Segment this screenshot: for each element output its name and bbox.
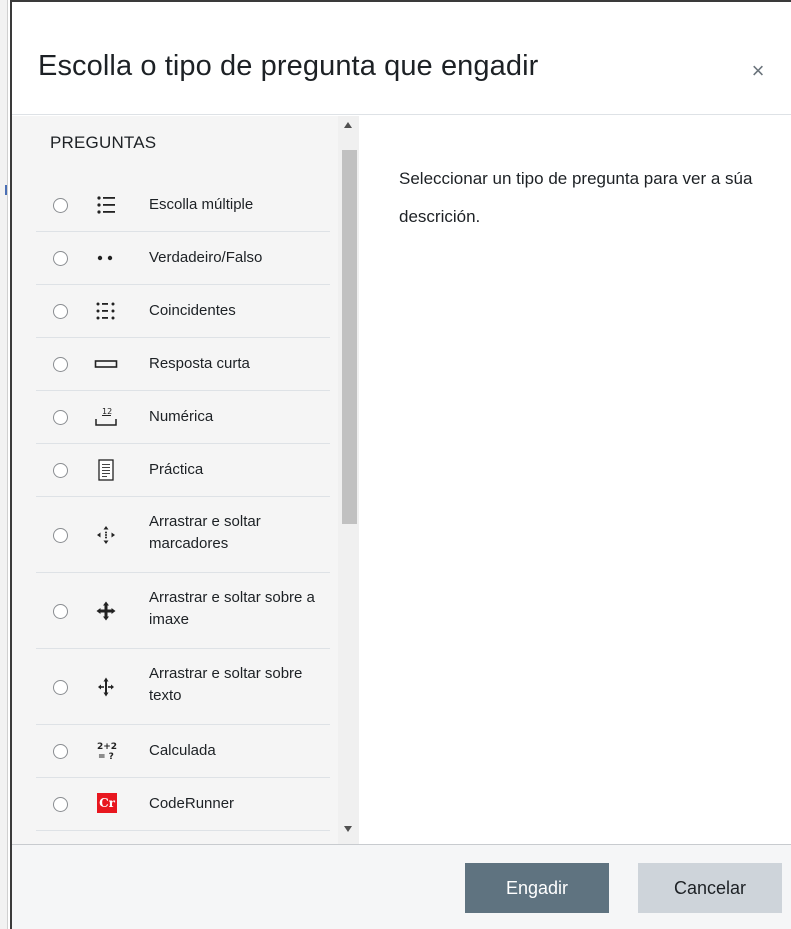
scroll-up-arrow-icon[interactable]	[344, 122, 352, 128]
question-type-option-ddimageortext[interactable]: Arrastrar e soltar sobre a imaxe	[36, 573, 330, 649]
radio-button[interactable]	[53, 304, 68, 319]
svg-text:2+2: 2+2	[97, 742, 117, 752]
question-type-option-truefalse[interactable]: Verdadeiro/Falso	[36, 232, 330, 285]
question-type-label: Escolla múltiple	[149, 196, 254, 213]
question-type-option-calculated[interactable]: 2+2 = ? Calculada	[36, 725, 330, 778]
coderunner-icon: Cr	[97, 793, 117, 813]
question-type-label: Arrastrar e soltar sobre texto	[149, 665, 303, 704]
radio-button[interactable]	[53, 528, 68, 543]
question-type-option-ddwtos[interactable]: Arrastrar e soltar sobre texto	[36, 649, 330, 725]
radio-button[interactable]	[53, 744, 68, 759]
question-type-option-ddmarker[interactable]: Arrastrar e soltar marcadores	[36, 497, 330, 573]
scrollbar-thumb[interactable]	[342, 150, 357, 524]
cancel-button[interactable]: Cancelar	[638, 863, 782, 913]
question-type-label: Arrastrar e soltar sobre a imaxe	[149, 589, 315, 628]
question-type-option-essay[interactable]: Práctica	[36, 444, 330, 497]
question-type-option-multichoice[interactable]: Escolla múltiple	[36, 179, 330, 232]
svg-text:12: 12	[102, 407, 112, 416]
question-type-label: Calculada	[149, 742, 216, 759]
question-type-label: CodeRunner	[149, 795, 235, 812]
options-scrollbar[interactable]	[338, 116, 359, 844]
background-page-edge	[0, 0, 8, 929]
description-placeholder-text: Seleccionar un tipo de pregunta para ver…	[399, 169, 753, 226]
matching-icon	[96, 302, 115, 320]
question-type-options-panel: PREGUNTAS Escolla múltiple Verdadeiro/Fa…	[12, 116, 359, 844]
question-type-option-match[interactable]: Coincidentes	[36, 285, 330, 338]
short-answer-icon	[94, 360, 118, 368]
question-type-option-coderunner[interactable]: Cr CodeRunner	[36, 778, 330, 831]
dialog-body: PREGUNTAS Escolla múltiple Verdadeiro/Fa…	[12, 116, 791, 844]
background-page-mark	[5, 185, 7, 195]
choose-question-type-dialog: Escolla o tipo de pregunta que engadir ×…	[10, 0, 791, 929]
radio-button[interactable]	[53, 604, 68, 619]
multiple-choice-icon	[97, 196, 115, 214]
numerical-icon: 12	[95, 407, 117, 426]
question-type-option-shortanswer[interactable]: Resposta curta	[36, 338, 330, 391]
calculated-icon: 2+2 = ?	[97, 742, 117, 762]
essay-icon	[98, 459, 114, 481]
dialog-footer: Engadir Cancelar	[12, 844, 791, 929]
questions-section-label: PREGUNTAS	[50, 133, 157, 152]
dialog-header: Escolla o tipo de pregunta que engadir ×	[12, 2, 791, 115]
question-type-label: Resposta curta	[149, 355, 250, 372]
drag-drop-image-icon	[96, 601, 116, 621]
question-type-label: Práctica	[149, 461, 204, 478]
radio-button[interactable]	[53, 410, 68, 425]
radio-button[interactable]	[53, 251, 68, 266]
dialog-title: Escolla o tipo de pregunta que engadir	[38, 50, 539, 82]
close-icon[interactable]: ×	[749, 60, 767, 82]
question-type-label: Verdadeiro/Falso	[149, 249, 263, 266]
question-type-label: Coincidentes	[149, 302, 236, 319]
drag-drop-markers-icon	[97, 526, 115, 544]
scroll-down-arrow-icon[interactable]	[344, 826, 352, 832]
radio-button[interactable]	[53, 680, 68, 695]
radio-button[interactable]	[53, 797, 68, 812]
question-type-option-numerical[interactable]: 12 Numérica	[36, 391, 330, 444]
question-type-label: Numérica	[149, 408, 214, 425]
radio-button[interactable]	[53, 357, 68, 372]
radio-button[interactable]	[53, 198, 68, 213]
radio-button[interactable]	[53, 463, 68, 478]
drag-drop-text-icon	[98, 677, 114, 697]
question-type-description-panel: Seleccionar un tipo de pregunta para ver…	[359, 116, 791, 844]
add-button[interactable]: Engadir	[465, 863, 609, 913]
question-type-list: Escolla múltiple Verdadeiro/Falso Coinci…	[36, 179, 330, 831]
true-false-icon	[97, 255, 113, 261]
question-type-label: Arrastrar e soltar marcadores	[149, 513, 261, 552]
svg-text:= ?: = ?	[98, 752, 114, 762]
